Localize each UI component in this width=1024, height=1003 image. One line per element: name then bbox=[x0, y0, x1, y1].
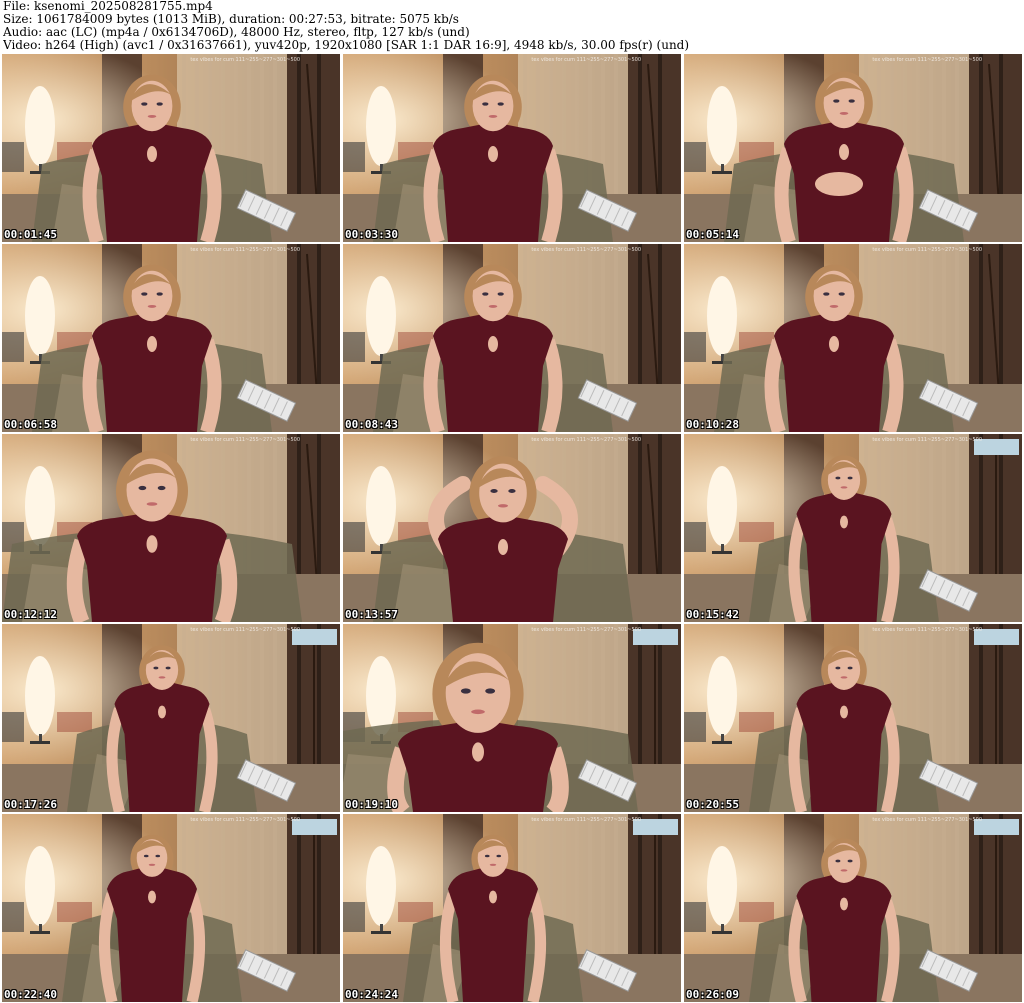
thumbnail-frame-image bbox=[2, 814, 340, 1002]
thumbnail-frame-image bbox=[684, 54, 1022, 242]
stream-overlay-text: tex vibes for cum 111~255~277~301~500 bbox=[531, 627, 641, 633]
audio-info-line: Audio: aac (LC) (mp4a / 0x6134706D), 480… bbox=[3, 26, 470, 39]
video-thumbnail: tex vibes for cum 111~255~277~301~500 00:… bbox=[684, 624, 1022, 812]
video-thumbnail: tex vibes for cum 111~255~277~301~500 00:… bbox=[684, 54, 1022, 242]
stream-overlay-text: tex vibes for cum 111~255~277~301~500 bbox=[872, 57, 982, 63]
thumbnail-timestamp: 00:15:42 bbox=[686, 608, 739, 621]
file-name-line: File: ksenomi_202508281755.mp4 bbox=[3, 0, 213, 13]
thumbnail-frame-image bbox=[343, 814, 681, 1002]
thumbnail-timestamp: 00:05:14 bbox=[686, 228, 739, 241]
thumbnail-timestamp: 00:13:57 bbox=[345, 608, 398, 621]
stream-overlay-text: tex vibes for cum 111~255~277~301~500 bbox=[531, 247, 641, 253]
thumbnail-timestamp: 00:17:26 bbox=[4, 798, 57, 811]
thumbnail-frame-image bbox=[343, 54, 681, 242]
thumbnail-frame-image bbox=[684, 624, 1022, 812]
stream-overlay-text: tex vibes for cum 111~255~277~301~500 bbox=[531, 437, 641, 443]
video-thumbnail: tex vibes for cum 111~255~277~301~500 00:… bbox=[343, 624, 681, 812]
stream-overlay-text: tex vibes for cum 111~255~277~301~500 bbox=[872, 817, 982, 823]
thumbnail-timestamp: 00:03:30 bbox=[345, 228, 398, 241]
video-thumbnail: tex vibes for cum 111~255~277~301~500 00:… bbox=[2, 54, 340, 242]
thumbnail-frame-image bbox=[2, 434, 340, 622]
thumbnail-timestamp: 00:19:10 bbox=[345, 798, 398, 811]
thumbnail-timestamp: 00:10:28 bbox=[686, 418, 739, 431]
thumbnail-frame-image bbox=[2, 624, 340, 812]
video-thumbnail: tex vibes for cum 111~255~277~301~500 00:… bbox=[2, 624, 340, 812]
thumbnail-frame-image bbox=[343, 624, 681, 812]
thumbnail-timestamp: 00:22:40 bbox=[4, 988, 57, 1001]
video-thumbnail: tex vibes for cum 111~255~277~301~500 00:… bbox=[684, 244, 1022, 432]
thumbnail-timestamp: 00:20:55 bbox=[686, 798, 739, 811]
video-thumbnail: tex vibes for cum 111~255~277~301~500 00:… bbox=[684, 434, 1022, 622]
thumbnail-frame-image bbox=[2, 54, 340, 242]
video-thumbnail: tex vibes for cum 111~255~277~301~500 00:… bbox=[2, 814, 340, 1002]
thumbnail-frame-image bbox=[343, 244, 681, 432]
thumbnail-timestamp: 00:12:12 bbox=[4, 608, 57, 621]
video-thumbnail: tex vibes for cum 111~255~277~301~500 00:… bbox=[343, 814, 681, 1002]
thumbnail-frame-image bbox=[343, 434, 681, 622]
thumbnail-frame-image bbox=[684, 244, 1022, 432]
file-info-header: File: ksenomi_202508281755.mp4 Size: 106… bbox=[3, 0, 1021, 52]
video-thumbnail: tex vibes for cum 111~255~277~301~500 00:… bbox=[684, 814, 1022, 1002]
stream-overlay-text: tex vibes for cum 111~255~277~301~500 bbox=[190, 627, 300, 633]
video-thumbnail: tex vibes for cum 111~255~277~301~500 00:… bbox=[343, 54, 681, 242]
thumbnail-timestamp: 00:08:43 bbox=[345, 418, 398, 431]
stream-overlay-text: tex vibes for cum 111~255~277~301~500 bbox=[872, 247, 982, 253]
thumbnail-timestamp: 00:01:45 bbox=[4, 228, 57, 241]
stream-overlay-text: tex vibes for cum 111~255~277~301~500 bbox=[872, 437, 982, 443]
stream-overlay-text: tex vibes for cum 111~255~277~301~500 bbox=[190, 57, 300, 63]
thumbnail-frame-image bbox=[684, 434, 1022, 622]
video-thumbnail: tex vibes for cum 111~255~277~301~500 00:… bbox=[2, 434, 340, 622]
stream-overlay-text: tex vibes for cum 111~255~277~301~500 bbox=[872, 627, 982, 633]
thumbnail-timestamp: 00:06:58 bbox=[4, 418, 57, 431]
stream-overlay-text: tex vibes for cum 111~255~277~301~500 bbox=[190, 817, 300, 823]
file-size-line: Size: 1061784009 bytes (1013 MiB), durat… bbox=[3, 13, 459, 26]
thumbnail-grid: tex vibes for cum 111~255~277~301~500 00:… bbox=[2, 54, 1022, 1002]
stream-overlay-text: tex vibes for cum 111~255~277~301~500 bbox=[190, 247, 300, 253]
video-thumbnail: tex vibes for cum 111~255~277~301~500 00:… bbox=[2, 244, 340, 432]
video-thumbnail: tex vibes for cum 111~255~277~301~500 00:… bbox=[343, 244, 681, 432]
thumbnail-timestamp: 00:26:09 bbox=[686, 988, 739, 1001]
thumbnail-frame-image bbox=[2, 244, 340, 432]
stream-overlay-text: tex vibes for cum 111~255~277~301~500 bbox=[531, 57, 641, 63]
video-thumbnail: tex vibes for cum 111~255~277~301~500 00:… bbox=[343, 434, 681, 622]
stream-overlay-text: tex vibes for cum 111~255~277~301~500 bbox=[190, 437, 300, 443]
video-info-line: Video: h264 (High) (avc1 / 0x31637661), … bbox=[3, 39, 690, 52]
stream-overlay-text: tex vibes for cum 111~255~277~301~500 bbox=[531, 817, 641, 823]
thumbnail-timestamp: 00:24:24 bbox=[345, 988, 398, 1001]
thumbnail-frame-image bbox=[684, 814, 1022, 1002]
